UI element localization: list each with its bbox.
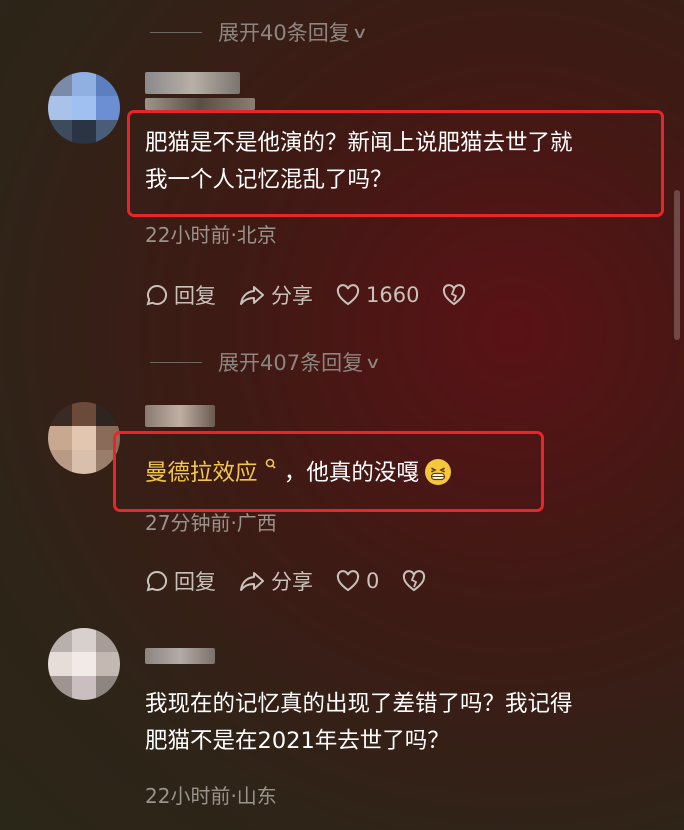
comment-line: 我一个人记忆混乱了吗？ — [145, 167, 393, 193]
comment-text: 肥猫是不是他演的？新闻上说肥猫去世了就 我一个人记忆混乱了吗？ — [145, 125, 573, 199]
expand-replies-label: 展开40条回复 — [218, 21, 350, 45]
heart-icon — [336, 284, 360, 306]
avatar[interactable] — [48, 628, 120, 700]
dislike-button[interactable] — [401, 569, 432, 593]
comment-meta: 27分钟前·广西 — [145, 511, 277, 535]
share-label: 分享 — [271, 570, 313, 594]
username-blurred-2 — [145, 98, 255, 110]
share-button[interactable]: 分享 — [238, 280, 313, 310]
grinning-emoji-icon — [424, 459, 451, 485]
search-link-label: 曼德拉效应 — [145, 460, 258, 486]
divider — [150, 361, 202, 363]
username-blurred[interactable] — [145, 72, 240, 94]
reply-label: 回复 — [174, 570, 216, 594]
like-count: 1660 — [366, 283, 420, 307]
comment-line: 我现在的记忆真的出现了差错了吗？我记得 — [145, 691, 573, 717]
broken-heart-icon — [403, 570, 426, 592]
reply-button[interactable]: 回复 — [145, 280, 216, 310]
heart-icon — [336, 570, 360, 592]
username-blurred[interactable] — [145, 405, 215, 427]
reply-label: 回复 — [174, 284, 216, 308]
share-label: 分享 — [271, 284, 313, 308]
action-bar: 回复 分享 1660 — [145, 280, 494, 310]
username-blurred[interactable] — [145, 648, 215, 664]
comment-line: 肥猫不是在2021年去世了吗？ — [145, 728, 450, 754]
expand-replies-label: 展开407条回复 — [218, 351, 364, 375]
search-icon — [265, 458, 276, 469]
broken-heart-icon — [443, 284, 466, 306]
comment-line: 肥猫是不是他演的？新闻上说肥猫去世了就 — [145, 130, 573, 156]
like-count: 0 — [366, 569, 380, 593]
avatar[interactable] — [48, 402, 120, 474]
share-icon — [240, 286, 264, 305]
share-icon — [240, 572, 264, 591]
expand-replies-button[interactable]: 展开40条回复 ∨ — [150, 17, 368, 47]
scrollbar[interactable] — [674, 190, 680, 340]
reply-button[interactable]: 回复 — [145, 566, 216, 596]
divider — [150, 31, 202, 33]
chevron-down-icon: ∨ — [351, 22, 368, 42]
action-bar: 回复 分享 0 — [145, 566, 454, 596]
search-link[interactable]: 曼德拉效应 — [145, 458, 284, 486]
like-button[interactable]: 1660 — [335, 283, 419, 307]
share-button[interactable]: 分享 — [238, 566, 313, 596]
comment-meta: 22小时前·北京 — [145, 223, 277, 247]
comment-text: 曼德拉效应 ，他真的没嘎 — [145, 455, 451, 492]
comment-icon — [146, 284, 168, 306]
comment-rest: ，他真的没嘎 — [283, 460, 419, 486]
avatar[interactable] — [48, 72, 120, 144]
comment-icon — [146, 570, 168, 592]
chevron-down-icon: ∨ — [364, 352, 382, 372]
like-button[interactable]: 0 — [335, 569, 379, 593]
comment-text: 我现在的记忆真的出现了差错了吗？我记得 肥猫不是在2021年去世了吗？ — [145, 686, 573, 760]
comment-meta: 22小时前·山东 — [145, 784, 277, 808]
expand-replies-button[interactable]: 展开407条回复 ∨ — [150, 347, 382, 377]
dislike-button[interactable] — [441, 283, 472, 307]
